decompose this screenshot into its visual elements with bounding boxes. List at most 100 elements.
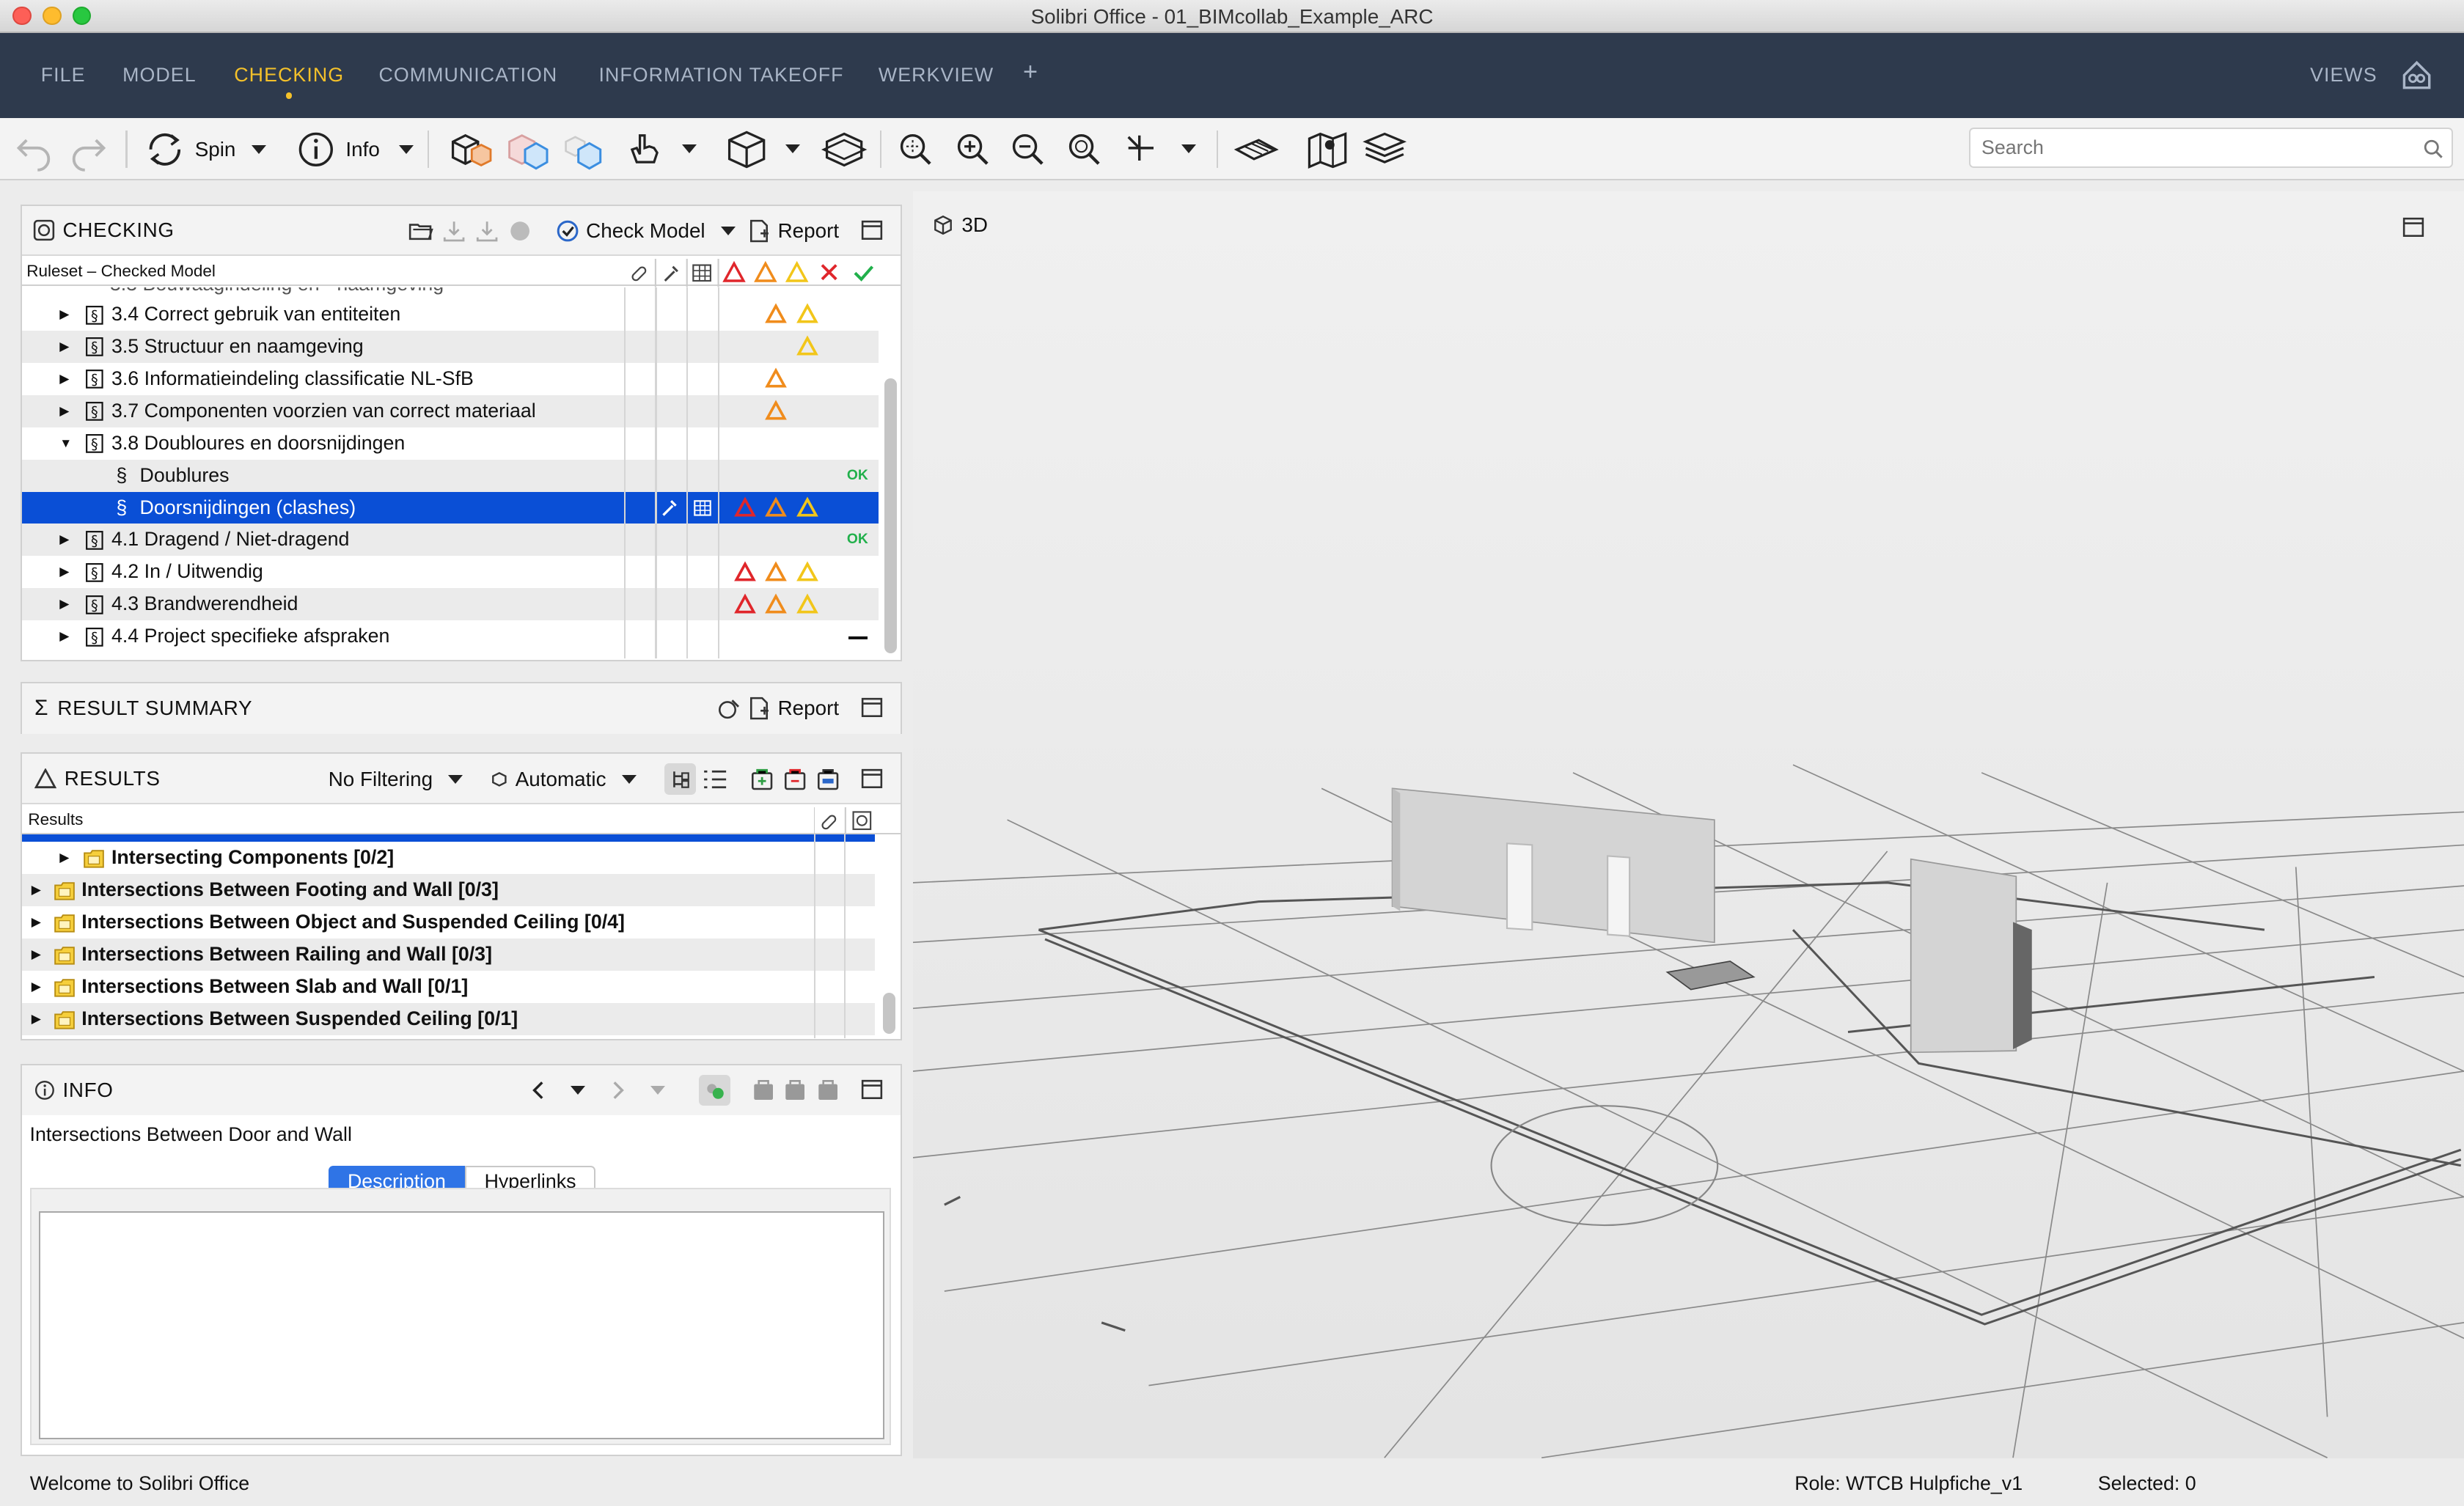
info-presentation-icon-2[interactable] xyxy=(782,1078,807,1103)
views-home-icon[interactable] xyxy=(2399,58,2434,92)
description-text-area[interactable] xyxy=(39,1211,885,1439)
summary-maximize-icon[interactable] xyxy=(861,697,883,718)
ruleset-row[interactable]: ▶ § 3.6 Informatieindeling classificatie N… xyxy=(22,363,879,395)
save-ruleset-icon[interactable] xyxy=(474,218,499,243)
ruleset-row[interactable]: § Doublures OK xyxy=(21,459,879,492)
menu-checking[interactable]: CHECKING xyxy=(234,33,344,118)
ruleset-row[interactable]: ▼ § 3.8 Doubloures en doorsnijdingen xyxy=(22,427,879,460)
expand-arrow-icon[interactable]: ▶ xyxy=(59,395,69,427)
summary-report-button[interactable]: Report xyxy=(748,683,839,734)
result-row[interactable]: ▶ Intersections Between Railing and Wall … xyxy=(21,939,876,971)
maximize-window-button[interactable] xyxy=(72,6,92,26)
model-selection-icon[interactable] xyxy=(560,128,606,172)
expand-arrow-icon[interactable]: ▶ xyxy=(32,971,41,1003)
minimize-window-button[interactable] xyxy=(42,6,62,26)
menu-werkview[interactable]: WERKVIEW xyxy=(879,33,994,118)
next-chevron-icon[interactable] xyxy=(606,1079,628,1101)
check-model-dropdown-caret[interactable] xyxy=(721,226,736,235)
expand-arrow-icon[interactable]: ▶ xyxy=(32,1003,41,1035)
ruleset-scrollbar[interactable] xyxy=(884,378,898,654)
zoom-in-icon[interactable] xyxy=(953,128,994,172)
maximize-panel-icon[interactable] xyxy=(861,220,883,240)
add-view-button[interactable]: + xyxy=(1023,33,1038,111)
undo-icon[interactable] xyxy=(12,128,56,172)
ruleset-row[interactable]: ▶ § 3.7 Componenten voorzien van correct m… xyxy=(21,394,879,427)
remove-from-presentation-icon[interactable] xyxy=(782,767,807,792)
close-window-button[interactable] xyxy=(12,6,32,26)
map-location-icon[interactable] xyxy=(1305,128,1352,172)
expand-arrow-icon[interactable]: ▶ xyxy=(59,363,69,395)
visibility-dropdown-caret[interactable] xyxy=(682,144,697,153)
open-ruleset-icon[interactable] xyxy=(408,218,433,243)
views-menu[interactable]: VIEWS xyxy=(2310,33,2377,118)
collapse-arrow-icon[interactable]: ▼ xyxy=(59,427,72,460)
result-row[interactable]: ▶ Intersections Between Suspended Ceiling… xyxy=(21,1003,876,1035)
section-box-icon[interactable] xyxy=(821,128,868,172)
result-row[interactable]: ▶ Intersecting Components [0/2] xyxy=(22,842,876,874)
checking-report-button[interactable]: Report xyxy=(748,206,839,257)
result-row[interactable]: ▶ Intersections Between Object and Suspen… xyxy=(22,906,876,939)
results-maximize-icon[interactable] xyxy=(861,768,883,789)
expand-arrow-icon[interactable]: ▶ xyxy=(59,331,69,363)
link-selection-toggle[interactable] xyxy=(699,1074,731,1106)
automatic-dropdown[interactable]: Automatic xyxy=(490,754,637,804)
box-view-dropdown-caret[interactable] xyxy=(785,144,801,153)
expand-arrow-icon[interactable]: ▶ xyxy=(59,588,69,620)
tree-view-toggle[interactable] xyxy=(664,763,697,796)
results-scrollbar[interactable] xyxy=(883,993,896,1034)
zoom-selected-icon[interactable] xyxy=(1064,128,1105,172)
zoom-out-icon[interactable] xyxy=(1008,128,1049,172)
spin-button[interactable]: Spin xyxy=(144,128,266,172)
expand-arrow-icon[interactable]: ▶ xyxy=(59,524,69,556)
ruleset-row[interactable]: ▶ § 3.5 Structuur en naamgeving xyxy=(21,330,879,363)
ruleset-row[interactable]: ▶ § 4.2 In / Uitwendig xyxy=(22,556,879,588)
check-model-button[interactable]: Check Model xyxy=(556,206,736,257)
expand-arrow-icon[interactable]: ▶ xyxy=(32,874,41,906)
zoom-fit-icon[interactable] xyxy=(895,128,936,172)
floor-plan-icon[interactable] xyxy=(1232,128,1279,172)
previous-chevron-icon[interactable] xyxy=(528,1079,550,1101)
measure-dropdown-caret[interactable] xyxy=(1181,144,1197,153)
redo-icon[interactable] xyxy=(66,128,110,172)
box-view-icon[interactable] xyxy=(723,128,770,172)
menu-information-takeoff[interactable]: INFORMATION TAKEOFF xyxy=(598,33,843,118)
ruleset-row[interactable]: § Doorsnijdingen (clashes) xyxy=(21,491,879,524)
spin-dropdown-caret[interactable] xyxy=(251,144,266,154)
ruleset-row[interactable]: ▶ § 4.1 Dragend / Niet-dragend OK xyxy=(21,524,879,557)
presentation-info-icon[interactable] xyxy=(815,767,840,792)
summary-settings-icon[interactable] xyxy=(716,697,741,721)
expand-arrow-icon[interactable]: ▶ xyxy=(59,556,69,588)
filtering-dropdown[interactable]: No Filtering xyxy=(329,754,463,804)
expand-arrow-icon[interactable]: ▶ xyxy=(59,842,69,874)
menu-communication[interactable]: COMMUNICATION xyxy=(378,33,557,118)
result-row[interactable]: ▶ Intersections Between Footing and Wall … xyxy=(21,874,876,907)
layers-icon[interactable] xyxy=(1361,128,1408,172)
measure-icon[interactable] xyxy=(1121,128,1162,172)
clear-checking-icon[interactable] xyxy=(507,218,532,243)
model-transparency-icon[interactable] xyxy=(503,128,550,172)
ruleset-row[interactable]: ▶ § 3.4 Correct gebruik van entiteiten xyxy=(22,298,879,331)
expand-arrow-icon[interactable]: ▶ xyxy=(32,906,41,939)
menu-file[interactable]: FILE xyxy=(41,33,86,118)
menu-model[interactable]: MODEL xyxy=(122,33,197,118)
download-ruleset-icon[interactable] xyxy=(441,218,466,243)
ruleset-row[interactable]: ▶ § 4.3 Brandwerendheid xyxy=(21,588,879,621)
info-presentation-icon-3[interactable] xyxy=(815,1078,840,1103)
previous-history-caret[interactable] xyxy=(570,1085,585,1095)
add-to-presentation-icon[interactable] xyxy=(749,767,774,792)
result-row[interactable]: ▶ Intersections Between Slab and Wall [0/… xyxy=(22,971,876,1003)
info-presentation-icon-1[interactable] xyxy=(751,1078,776,1103)
model-component-icon[interactable] xyxy=(447,128,494,172)
ruleset-row[interactable]: ▶ § 4.4 Project specifieke afspraken xyxy=(22,620,879,653)
search-input[interactable] xyxy=(1969,127,2454,169)
3d-viewport[interactable]: 3D xyxy=(913,191,2464,1458)
next-history-caret[interactable] xyxy=(650,1085,665,1095)
info-maximize-icon[interactable] xyxy=(861,1079,883,1100)
info-dropdown-caret[interactable] xyxy=(398,144,414,154)
expand-arrow-icon[interactable]: ▶ xyxy=(59,298,69,331)
hand-pointer-icon[interactable] xyxy=(623,128,667,172)
info-button[interactable]: Info xyxy=(296,128,414,172)
list-view-icon[interactable] xyxy=(703,768,727,790)
expand-arrow-icon[interactable]: ▶ xyxy=(32,939,41,971)
expand-arrow-icon[interactable]: ▶ xyxy=(59,620,69,653)
